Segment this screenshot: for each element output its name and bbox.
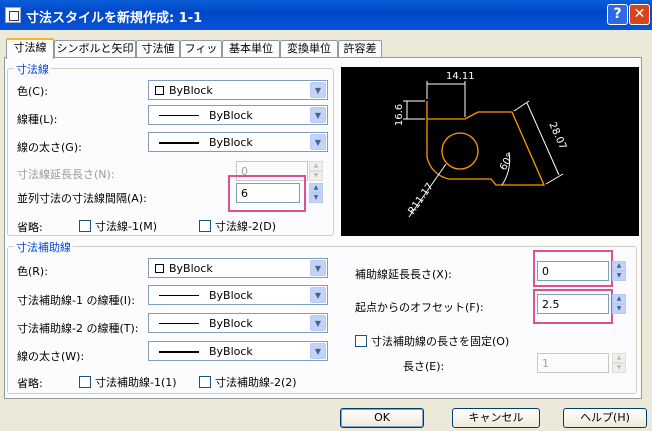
ext1-linetype-label: 寸法補助線-1 の線種(I): [17,294,135,307]
dim-r11-17: R11.17 [406,181,435,216]
fixed-length-checkbox[interactable]: 寸法補助線の長さを固定(O) [355,333,509,349]
beyond-spinner[interactable]: ▲ ▼ [612,261,626,281]
linetype-dropdown[interactable]: ByBlock ▼ [148,105,328,125]
group-legend: 寸法線 [14,61,51,77]
tab-symbols-arrows[interactable]: シンボルと矢印 [54,40,136,58]
ext2-linetype-dropdown[interactable]: ByBlock ▼ [148,313,328,333]
extend-spinner: ▲ ▼ [309,161,323,181]
suppress-ext2-checkbox[interactable]: 寸法補助線-2(2) [199,374,297,390]
dim-16-6: 16.6 [394,104,405,126]
chevron-down-icon[interactable]: ▼ [310,82,326,98]
tab-fit[interactable]: フィット [180,40,222,71]
suppress-label: 省略: [17,221,43,234]
color-swatch [155,264,164,273]
lineweight-label: 線の太さ(G): [17,141,82,154]
baseline-spinner[interactable]: ▲ ▼ [309,183,323,203]
ext-color-dropdown[interactable]: ByBlock ▼ [148,258,328,278]
tab-primary-units[interactable]: 基本単位 [222,40,280,58]
linetype-label: 線種(L): [17,113,58,126]
lineweight-dropdown[interactable]: ByBlock ▼ [148,132,328,152]
extend-beyond-dimlines-field[interactable]: 0 [537,261,609,281]
ext2-linetype-label: 寸法補助線-2 の線種(T): [17,322,139,335]
ext-lineweight-dropdown[interactable]: ByBlock ▼ [148,341,328,361]
dim-14-11: 14.11 [446,71,475,82]
tab-tolerances[interactable]: 許容差 [338,40,382,58]
title-bar: 寸法スタイルを新規作成: 1-1 ? ✕ [0,0,652,30]
baseline-spacing-field[interactable]: 6 [236,183,300,203]
chevron-down-icon[interactable]: ▼ [310,315,326,331]
suppress-dimline1-checkbox[interactable]: 寸法線-1(M) [79,218,157,234]
ext-lineweight-label: 線の太さ(W): [17,350,85,363]
window-title: 寸法スタイルを新規作成: 1-1 [26,11,203,26]
suppress-ext1-checkbox[interactable]: 寸法補助線-1(1) [79,374,177,390]
tab-text[interactable]: 寸法値 [136,40,180,58]
ext-color-label: 色(R): [17,265,48,278]
dimension-preview: 14.11 16.6 28.07 60° R11.17 [341,67,639,236]
part-hole [441,132,479,170]
chevron-down-icon[interactable]: ▼ [310,107,326,123]
chevron-down-icon[interactable]: ▼ [310,134,326,150]
app-icon [5,7,21,23]
dim-60-deg: 60° [498,152,516,173]
chevron-down-icon[interactable]: ▼ [310,260,326,276]
tab-dimension-lines[interactable]: 寸法線 [6,38,54,59]
cancel-button[interactable]: キャンセル [452,408,540,428]
length-field: 1 [537,353,609,373]
preview-drawing: 14.11 16.6 28.07 60° R11.17 [394,71,568,218]
help-button[interactable]: ヘルプ(H) [563,408,647,428]
help-title-button[interactable]: ? [607,4,628,25]
color-dropdown[interactable]: ByBlock ▼ [148,80,328,100]
chevron-down-icon[interactable]: ▼ [310,287,326,303]
extend-beyond-ticks-label: 寸法線延長長さ(N): [17,168,115,181]
group-legend: 寸法補助線 [14,239,73,255]
color-swatch [155,86,164,95]
suppress-dimline2-checkbox[interactable]: 寸法線-2(D) [199,218,276,234]
extend-beyond-dimlines-label: 補助線延長長さ(X): [355,268,452,281]
ok-button[interactable]: OK [340,408,424,428]
origin-offset-label: 起点からのオフセット(F): [355,301,484,314]
chevron-down-icon[interactable]: ▼ [310,343,326,359]
ext1-linetype-dropdown[interactable]: ByBlock ▼ [148,285,328,305]
ext-suppress-label: 省略: [17,377,43,390]
baseline-spacing-label: 並列寸法の寸法線間隔(A): [17,192,147,205]
color-label: 色(C): [17,85,48,98]
dim-28-07: 28.07 [546,121,568,152]
length-label: 長さ(E): [403,360,445,373]
tab-alternate-units[interactable]: 変換単位 [280,40,338,58]
close-button[interactable]: ✕ [629,4,650,25]
offset-spinner[interactable]: ▲ ▼ [612,294,626,314]
origin-offset-field[interactable]: 2.5 [537,294,609,314]
length-spinner: ▲ ▼ [612,353,626,373]
